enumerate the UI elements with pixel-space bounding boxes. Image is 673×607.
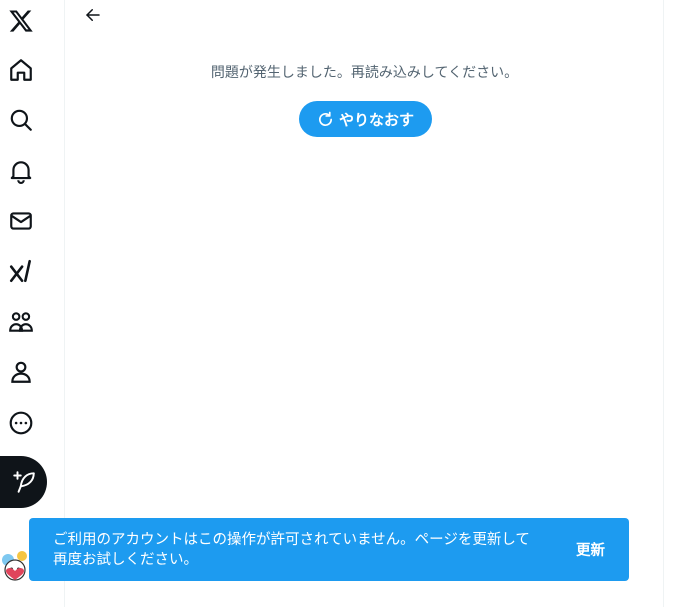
sidebar-item-explore[interactable] xyxy=(0,99,42,141)
sidebar-item-more[interactable] xyxy=(0,402,42,444)
home-icon xyxy=(10,59,32,81)
toast-line-2: 再度お試しください。 xyxy=(53,551,198,568)
sidebar-item-grok[interactable] xyxy=(0,250,42,292)
profile-icon xyxy=(11,361,31,383)
arrow-left-icon xyxy=(86,9,100,21)
compose-post-button[interactable] xyxy=(0,456,47,508)
toast-refresh-button[interactable]: 更新 xyxy=(576,539,605,560)
sidebar-item-profile[interactable] xyxy=(0,351,42,393)
messages-envelope-icon xyxy=(10,212,32,230)
compose-feather-icon xyxy=(12,471,35,493)
refresh-icon xyxy=(318,111,333,126)
app-root: 問題が発生しました。再読み込みしてください。 やりなおす ご利用のアカウントはこ… xyxy=(0,0,673,607)
error-message: 問題が発生しました。再読み込みしてください。 xyxy=(210,65,519,81)
retry-button[interactable]: やりなおす xyxy=(299,101,432,137)
error-toast: ご利用のアカウントはこの操作が許可されていません。ページを更新して 再度お試しく… xyxy=(29,518,629,581)
search-icon xyxy=(10,109,32,131)
x-logo-icon xyxy=(9,10,33,32)
more-icon xyxy=(9,411,33,435)
sidebar-item-messages[interactable] xyxy=(0,200,42,242)
grok-icon xyxy=(9,259,31,283)
communities-icon xyxy=(9,312,33,332)
back-button[interactable] xyxy=(78,0,108,30)
column-divider xyxy=(663,0,664,607)
sidebar-item-notifications[interactable] xyxy=(0,150,42,192)
notifications-bell-icon xyxy=(10,161,32,184)
sidebar-item-home[interactable] xyxy=(0,49,42,91)
sidebar-nav xyxy=(0,0,65,607)
sidebar-item-communities[interactable] xyxy=(0,301,42,343)
toast-line-1: ご利用のアカウントはこの操作が許可されていません。ページを更新して xyxy=(53,531,530,548)
x-logo[interactable] xyxy=(0,0,42,42)
toast-message: ご利用のアカウントはこの操作が許可されていません。ページを更新して 再度お試しく… xyxy=(53,530,558,570)
retry-label: やりなおす xyxy=(338,110,414,129)
